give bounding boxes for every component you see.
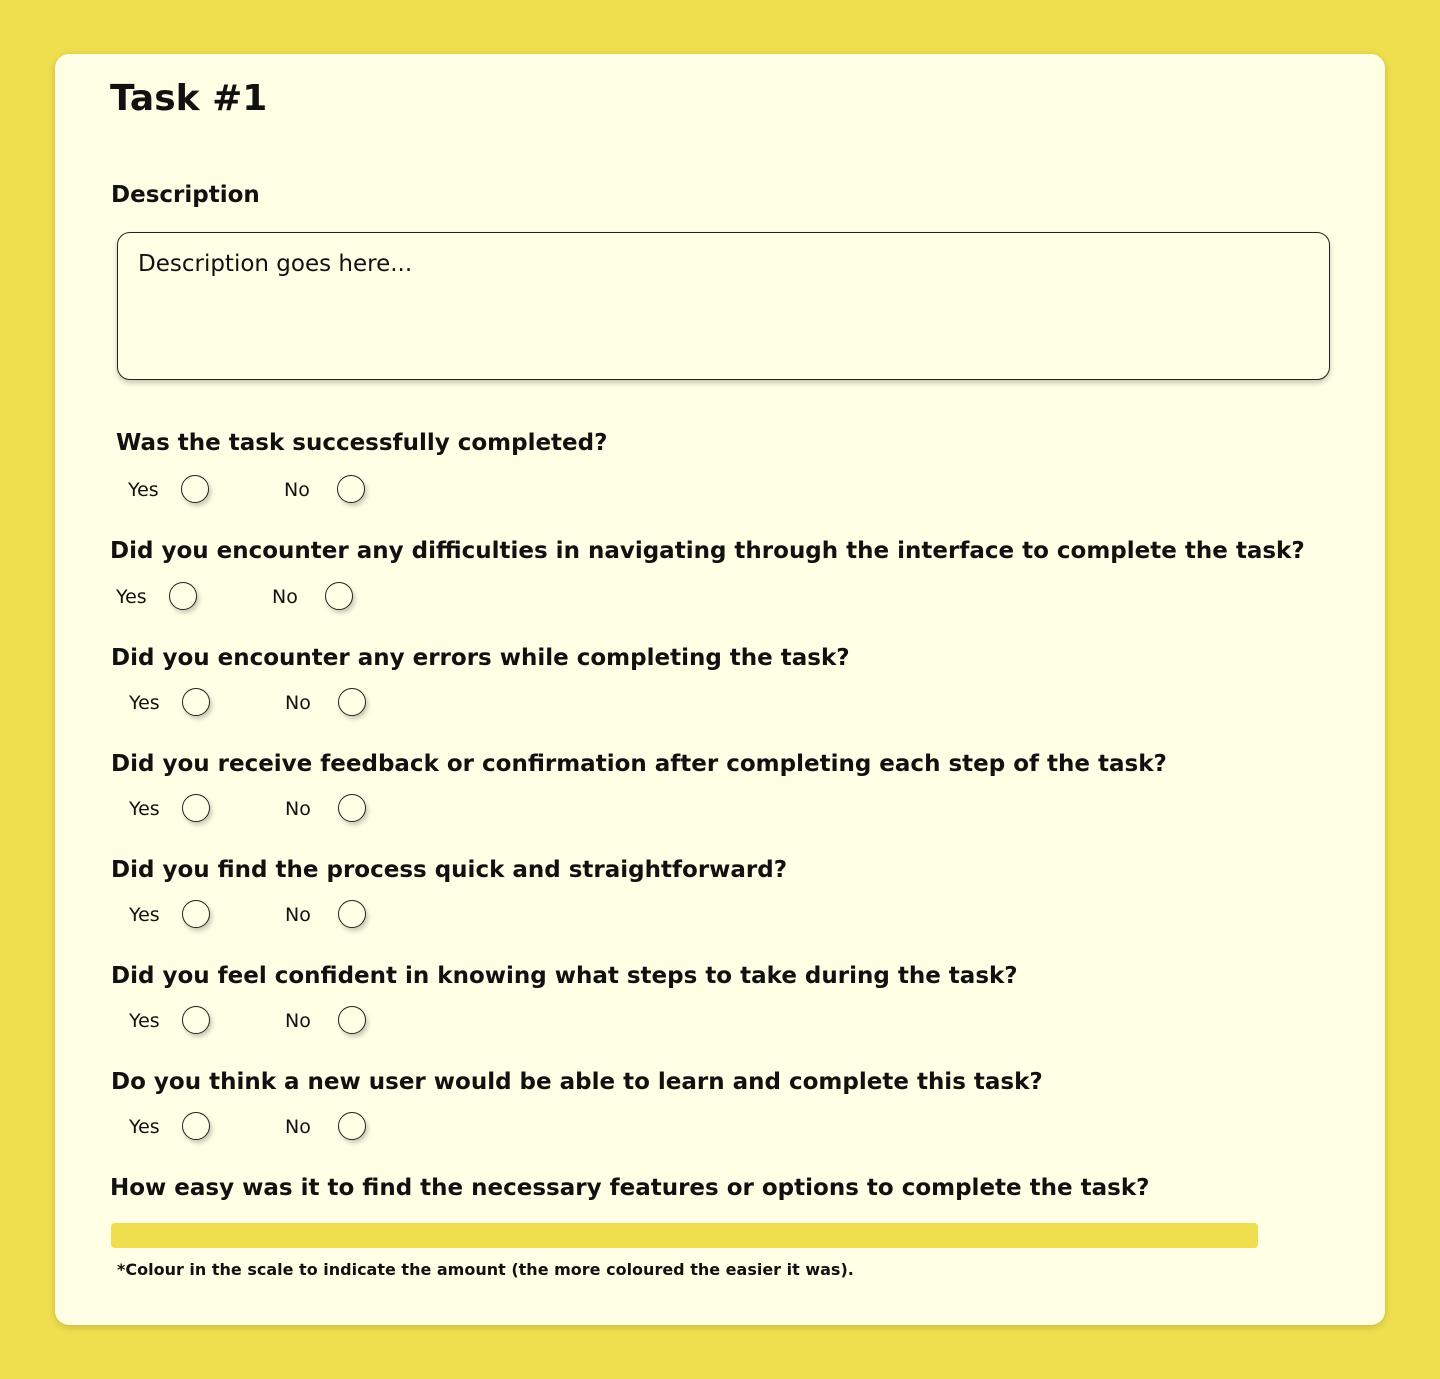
question-6-yes-radio[interactable] <box>182 1006 210 1034</box>
question-6-no-label: No <box>285 1010 311 1032</box>
question-3-yes-radio[interactable] <box>182 688 210 716</box>
question-4-yes-radio[interactable] <box>182 794 210 822</box>
question-1-yes-radio[interactable] <box>181 475 209 503</box>
question-1-yes-label: Yes <box>128 479 159 501</box>
description-label: Description <box>111 182 260 208</box>
question-3-no-radio[interactable] <box>338 688 366 716</box>
question-3-text: Did you encounter any errors while compl… <box>111 645 850 671</box>
question-5-text: Did you find the process quick and strai… <box>111 857 788 883</box>
page-title: Task #1 <box>110 78 268 119</box>
question-6-yes-label: Yes <box>129 1010 160 1032</box>
scale-note: *Colour in the scale to indicate the amo… <box>117 1260 854 1279</box>
question-4-text: Did you receive feedback or confirmation… <box>111 751 1167 777</box>
question-5-no-radio[interactable] <box>338 900 366 928</box>
question-3-yes-label: Yes <box>129 692 160 714</box>
question-4-no-radio[interactable] <box>338 794 366 822</box>
question-7-no-radio[interactable] <box>338 1112 366 1140</box>
question-2-yes-radio[interactable] <box>169 582 197 610</box>
question-4-no-label: No <box>285 798 311 820</box>
question-7-yes-radio[interactable] <box>182 1112 210 1140</box>
question-2-yes-label: Yes <box>116 586 147 608</box>
question-5-yes-radio[interactable] <box>182 900 210 928</box>
question-2-text: Did you encounter any difficulties in na… <box>110 538 1305 564</box>
question-6-text: Did you feel confident in knowing what s… <box>111 963 1018 989</box>
question-2-no-radio[interactable] <box>325 582 353 610</box>
question-7-no-label: No <box>285 1116 311 1138</box>
task-card: Task #1 Description Description goes her… <box>55 54 1385 1325</box>
description-textarea[interactable]: Description goes here... <box>117 232 1330 380</box>
question-3-no-label: No <box>285 692 311 714</box>
question-7-text: Do you think a new user would be able to… <box>111 1069 1043 1095</box>
question-4-yes-label: Yes <box>129 798 160 820</box>
question-1-no-radio[interactable] <box>337 475 365 503</box>
question-5-no-label: No <box>285 904 311 926</box>
question-6-no-radio[interactable] <box>338 1006 366 1034</box>
ease-scale-bar[interactable] <box>111 1223 1258 1248</box>
question-5-yes-label: Yes <box>129 904 160 926</box>
question-1-text: Was the task successfully completed? <box>116 430 608 456</box>
question-2-no-label: No <box>272 586 298 608</box>
scale-question-text: How easy was it to find the necessary fe… <box>110 1175 1150 1201</box>
description-placeholder: Description goes here... <box>138 251 413 277</box>
question-1-no-label: No <box>284 479 310 501</box>
question-7-yes-label: Yes <box>129 1116 160 1138</box>
